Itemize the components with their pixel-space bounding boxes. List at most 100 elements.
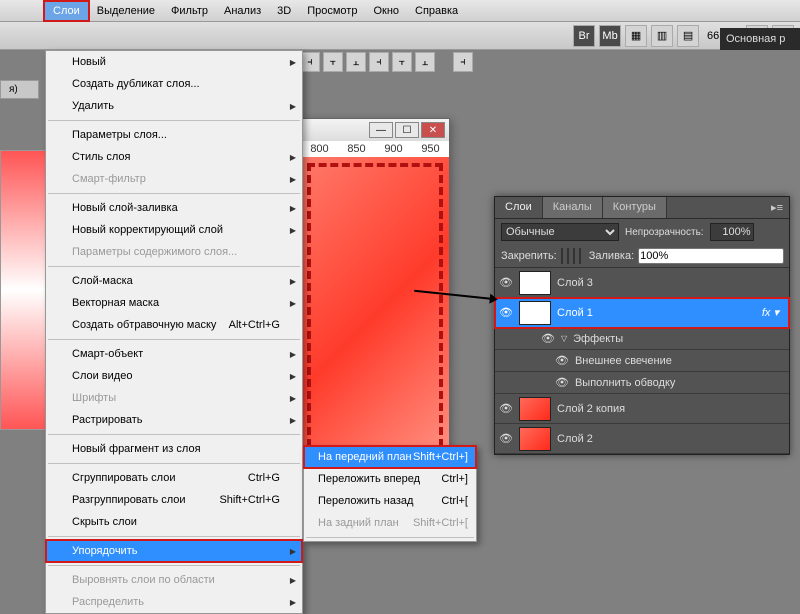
menu-window[interactable]: Окно xyxy=(365,2,407,20)
menu-item[interactable]: Параметры слоя... xyxy=(46,124,302,146)
bridge-button[interactable]: Br xyxy=(573,25,595,47)
lock-brush-icon[interactable] xyxy=(567,248,569,264)
visibility-icon[interactable]: 👁 xyxy=(499,432,513,446)
menu-item[interactable]: Создать дубликат слоя... xyxy=(46,73,302,95)
menu-help[interactable]: Справка xyxy=(407,2,466,20)
layer-name: Слой 2 копия xyxy=(557,403,625,415)
menu-item[interactable]: Смарт-объект xyxy=(46,343,302,365)
panel-tabs: Слои Каналы Контуры ▸≡ xyxy=(495,197,789,219)
layer-row[interactable]: 👁 Слой 2 xyxy=(495,424,789,454)
visibility-icon[interactable]: 👁 xyxy=(555,354,569,367)
fill-label: Заливка: xyxy=(589,250,634,262)
menu-item[interactable]: Скрыть слои xyxy=(46,511,302,533)
panel-menu-icon[interactable]: ▸≡ xyxy=(765,197,789,218)
align-icon[interactable]: ⫞ xyxy=(300,52,320,72)
minimize-button[interactable]: — xyxy=(369,122,393,138)
close-button[interactable]: ✕ xyxy=(421,122,445,138)
menu-item[interactable]: Новый слой-заливка xyxy=(46,197,302,219)
tab-paths[interactable]: Контуры xyxy=(603,197,667,218)
tab-layers[interactable]: Слои xyxy=(495,197,543,218)
menu-selection[interactable]: Выделение xyxy=(89,2,163,20)
align-icon[interactable]: ⫞ xyxy=(369,52,389,72)
lock-all-icon[interactable] xyxy=(579,248,581,264)
menu-item[interactable]: Сгруппировать слоиCtrl+G xyxy=(46,467,302,489)
align-icon[interactable]: ⫟ xyxy=(323,52,343,72)
menu-item[interactable]: Упорядочить xyxy=(46,540,302,562)
visibility-icon[interactable]: 👁 xyxy=(555,376,569,389)
canvas[interactable] xyxy=(301,157,449,477)
menu-item: Шрифты xyxy=(46,387,302,409)
arrange2-icon[interactable]: ▤ xyxy=(677,25,699,47)
submenu-item[interactable]: Переложить назадCtrl+[ xyxy=(304,490,476,512)
align-icon[interactable]: ⫠ xyxy=(415,52,435,72)
arrange-icon[interactable]: ▥ xyxy=(651,25,673,47)
effect-item[interactable]: 👁Внешнее свечение xyxy=(495,350,789,372)
layer-name: Слой 1 xyxy=(557,307,593,319)
menu-item[interactable]: Векторная маска xyxy=(46,292,302,314)
distribute-icon[interactable]: ⫞ xyxy=(453,52,473,72)
menu-filter[interactable]: Фильтр xyxy=(163,2,216,20)
visibility-icon[interactable]: 👁 xyxy=(499,276,513,290)
visibility-icon[interactable]: 👁 xyxy=(499,306,513,320)
fill-input[interactable] xyxy=(638,248,784,264)
menu-item: Распределить xyxy=(46,591,302,613)
effects-group[interactable]: 👁▽ Эффекты xyxy=(495,328,789,350)
submenu-item: На задний планShift+Ctrl+[ xyxy=(304,512,476,534)
menu-analysis[interactable]: Анализ xyxy=(216,2,269,20)
submenu-item[interactable]: Переложить впередCtrl+] xyxy=(304,468,476,490)
effect-item[interactable]: 👁Выполнить обводку xyxy=(495,372,789,394)
layer-row[interactable]: 👁 Слой 1 fx ▾ xyxy=(495,298,789,328)
menu-item[interactable]: Разгруппировать слоиShift+Ctrl+G xyxy=(46,489,302,511)
menu-item[interactable]: Создать обтравочную маскуAlt+Ctrl+G xyxy=(46,314,302,336)
layers-menu-dropdown: НовыйСоздать дубликат слоя...Удалить Пара… xyxy=(45,50,303,614)
canvas-preview xyxy=(0,150,46,430)
layer-thumbnail[interactable] xyxy=(519,301,551,325)
layer-name: Слой 2 xyxy=(557,433,593,445)
menu-view[interactable]: Просмотр xyxy=(299,2,365,20)
layer-thumbnail[interactable] xyxy=(519,397,551,421)
layer-name: Слой 3 xyxy=(557,277,593,289)
window-titlebar: — ☐ ✕ xyxy=(301,119,449,141)
tab-channels[interactable]: Каналы xyxy=(543,197,603,218)
menu-item[interactable]: Стиль слоя xyxy=(46,146,302,168)
menu-item[interactable]: Слой-маска xyxy=(46,270,302,292)
lock-label: Закрепить: xyxy=(501,250,557,262)
menu-item: Смарт-фильтр xyxy=(46,168,302,190)
maximize-button[interactable]: ☐ xyxy=(395,122,419,138)
arrange-submenu: На передний планShift+Ctrl+]Переложить в… xyxy=(303,445,477,542)
menu-layers[interactable]: Слои xyxy=(44,1,89,21)
minibridge-button[interactable]: Mb xyxy=(599,25,621,47)
visibility-icon[interactable]: 👁 xyxy=(541,332,555,345)
opacity-input[interactable] xyxy=(710,223,754,241)
menu-item[interactable]: Новый xyxy=(46,51,302,73)
layer-row[interactable]: 👁 Слой 3 xyxy=(495,268,789,298)
lock-move-icon[interactable] xyxy=(573,248,575,264)
menu-item[interactable]: Удалить xyxy=(46,95,302,117)
submenu-item[interactable]: На передний планShift+Ctrl+] xyxy=(304,446,476,468)
screen-mode-icon[interactable]: ▦ xyxy=(625,25,647,47)
options-bar: Br Mb ▦ ▥ ▤ 66,7▾ ▦ ▦ xyxy=(0,22,800,50)
layer-row[interactable]: 👁 Слой 2 копия xyxy=(495,394,789,424)
menu-3d[interactable]: 3D xyxy=(269,2,299,20)
workspace-switcher[interactable]: Основная р xyxy=(720,28,800,50)
layer-list: 👁 Слой 3 👁 Слой 1 fx ▾ 👁▽ Эффекты👁Внешнее све… xyxy=(495,268,789,454)
menu-item[interactable]: Новый фрагмент из слоя xyxy=(46,438,302,460)
layers-panel: Слои Каналы Контуры ▸≡ Обычные Непрозрач… xyxy=(494,196,790,455)
layer-thumbnail[interactable] xyxy=(519,271,551,295)
blend-mode-select[interactable]: Обычные xyxy=(501,223,619,241)
menu-item[interactable]: Растрировать xyxy=(46,409,302,431)
align-toolbar: ⫞ ⫟ ⫠ ⫞ ⫟ ⫠ ⫞ xyxy=(300,50,473,74)
align-icon[interactable]: ⫠ xyxy=(346,52,366,72)
visibility-icon[interactable]: 👁 xyxy=(499,402,513,416)
menu-item[interactable]: Слои видео xyxy=(46,365,302,387)
document-window: — ☐ ✕ 800850900950 xyxy=(300,118,450,478)
layer-thumbnail[interactable] xyxy=(519,427,551,451)
document-tab[interactable]: я) xyxy=(0,80,39,99)
horizontal-ruler: 800850900950 xyxy=(301,141,449,157)
menu-item[interactable]: Новый корректирующий слой xyxy=(46,219,302,241)
menu-item: Параметры содержимого слоя... xyxy=(46,241,302,263)
align-icon[interactable]: ⫟ xyxy=(392,52,412,72)
lock-transparent-icon[interactable] xyxy=(561,248,563,264)
opacity-label: Непрозрачность: xyxy=(625,227,704,238)
fx-badge[interactable]: fx ▾ xyxy=(762,306,785,319)
